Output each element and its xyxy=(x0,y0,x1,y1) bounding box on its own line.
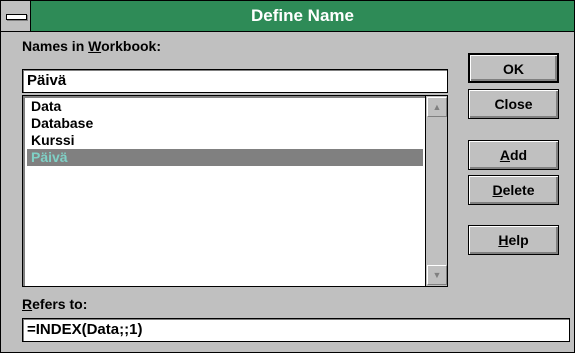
list-item[interactable]: Database xyxy=(27,115,423,132)
ok-button[interactable]: OK xyxy=(468,53,559,83)
system-menu-icon[interactable] xyxy=(1,1,31,31)
title-bar: Define Name xyxy=(1,1,574,32)
refers-to-input[interactable]: =INDEX(Data;;1) xyxy=(22,318,570,342)
dialog-title: Define Name xyxy=(251,6,354,25)
names-list: Data Database Kurssi Päivä xyxy=(27,98,423,166)
scroll-down-arrow-icon[interactable]: ▼ xyxy=(427,265,447,285)
names-scrollbar[interactable]: ▲ ▼ xyxy=(425,96,447,286)
list-item[interactable]: Kurssi xyxy=(27,132,423,149)
name-input[interactable]: Päivä xyxy=(22,69,448,93)
scroll-up-arrow-icon[interactable]: ▲ xyxy=(427,97,447,117)
define-name-dialog: Define Name Names in Workbook: Päivä Dat… xyxy=(0,0,575,353)
refers-to-label: Refers to: xyxy=(22,296,88,312)
names-listbox[interactable]: Data Database Kurssi Päivä ▲ ▼ xyxy=(22,95,448,287)
list-item[interactable]: Data xyxy=(27,98,423,115)
names-in-workbook-label: Names in Workbook: xyxy=(22,38,161,54)
close-button[interactable]: Close xyxy=(468,89,559,119)
help-button[interactable]: Help xyxy=(468,225,559,255)
list-item[interactable]: Päivä xyxy=(27,149,423,166)
add-button[interactable]: Add xyxy=(468,140,559,170)
delete-button[interactable]: Delete xyxy=(468,175,559,205)
